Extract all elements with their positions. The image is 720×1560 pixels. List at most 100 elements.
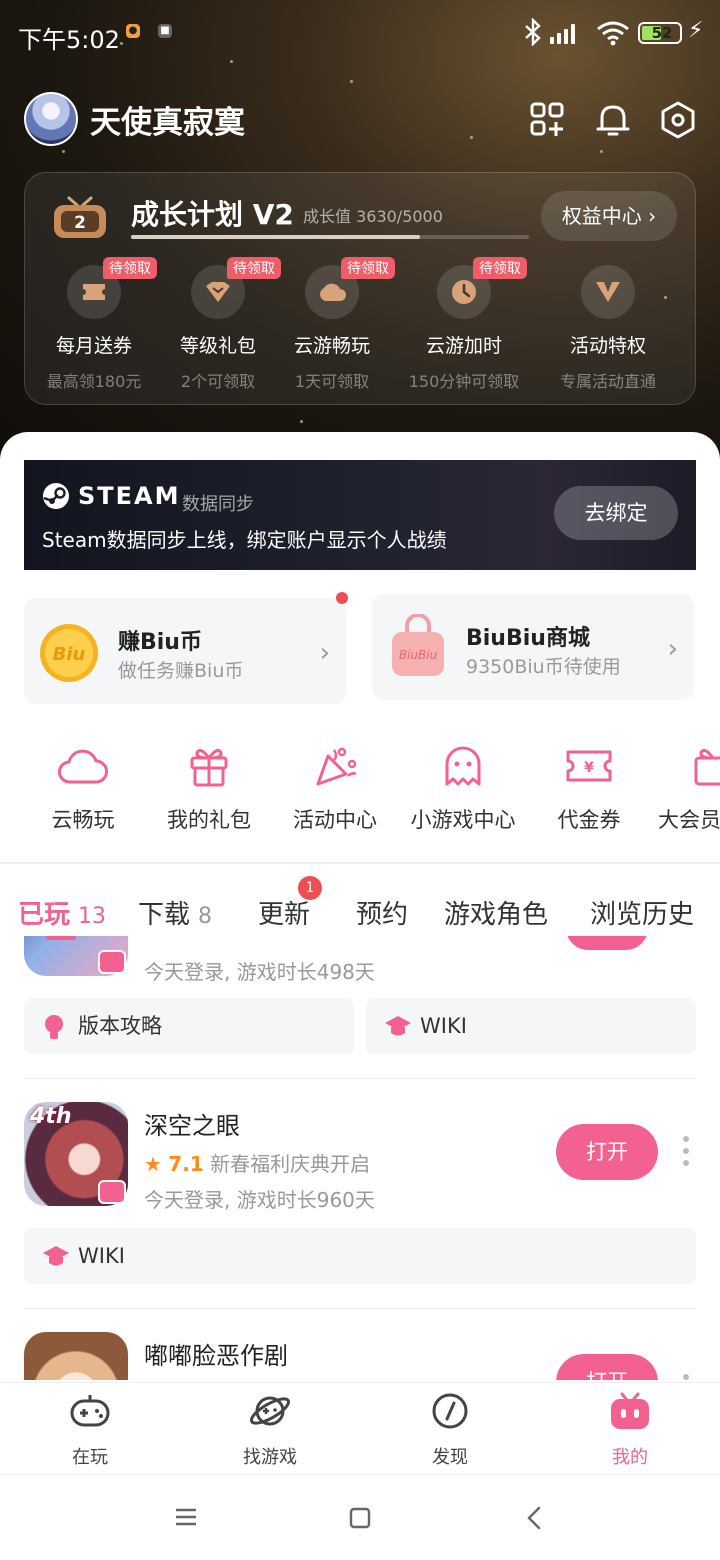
more-options-icon[interactable] [683,1136,689,1172]
open-button[interactable]: 打开 [556,1354,658,1380]
tab-browse-history[interactable]: 浏览历史 [590,894,694,931]
quick-action-label: 活动中心 [293,808,377,832]
bilibili-tv-icon [98,1180,126,1204]
coin-card-title: 赚Biu币 [118,630,202,655]
bind-account-button[interactable]: 去绑定 [554,486,678,540]
bell-icon[interactable] [593,100,633,140]
quick-action-vouchers[interactable]: ¥ 代金券 [526,744,652,834]
mall-card-sub: 9350Biu币待使用 [466,656,621,678]
member-gift-icon [694,748,720,786]
nav-find-games[interactable]: 找游戏 [180,1391,360,1469]
wiki-pill[interactable]: WIKI [366,998,696,1054]
pill-label: WIKI [420,1014,467,1038]
user-profile[interactable]: 天使真寂寞 [24,92,245,146]
perk-label: 活动特权 [569,335,646,357]
more-options-icon[interactable] [683,1374,689,1380]
quick-action-mini-games[interactable]: 小游戏中心 [400,744,526,834]
signal-icon [550,22,575,44]
tab-game-roles[interactable]: 游戏角色 [444,894,548,931]
charging-icon: ⚡ [688,18,704,43]
perk-cloud-play[interactable]: 待领取 云游畅玩 1天可领取 [257,257,407,392]
open-button[interactable] [566,936,648,950]
perk-cloud-time[interactable]: 待领取 云游加时 150分钟可领取 [389,257,539,392]
tab-updates[interactable]: 更新 [258,894,310,931]
chevron-right-icon: › [319,638,330,668]
back-icon[interactable] [526,1505,542,1531]
tab-label: 浏览历史 [590,900,695,930]
battery-icon: 52 [638,22,682,44]
pending-tag: 待领取 [341,257,395,279]
played-games-list[interactable]: 今天登录, 游戏时长498天 版本攻略 WIKI 4th 深空之眼 ★ 7.1 … [0,936,720,1380]
pill-label: 版本攻略 [78,1014,162,1038]
status-time: 下午5:02 [18,26,120,54]
quick-action-label: 代金券 [557,808,621,832]
perk-sub: 1天可领取 [294,372,370,391]
nav-label: 发现 [432,1447,468,1468]
avatar[interactable] [24,92,78,146]
profile-header: 下午5:02 ● ■ 52 ⚡ 天使真寂寞 2 成长计划 V2 成长值 3630… [0,0,720,460]
ghost-icon [445,746,481,786]
game-icon[interactable] [24,1332,128,1380]
perk-event-privilege[interactable]: 活动特权 专属活动直通 [533,265,683,392]
star-icon: ★ [144,1152,162,1176]
tab-label: 预约 [356,900,409,930]
open-button[interactable]: 打开 [556,1124,658,1180]
tab-played[interactable]: 已玩 13 [18,894,106,931]
tab-downloads[interactable]: 下载 8 [138,894,212,931]
growth-value: 成长值 3630/5000 [303,207,443,226]
benefits-center-button[interactable]: 权益中心 › [541,191,677,241]
quick-action-event-center[interactable]: 活动中心 [272,744,398,834]
v-badge-icon [581,265,635,319]
game-rating: 7.1 [168,1152,204,1176]
update-count-badge: 1 [298,876,322,900]
section-divider [0,862,720,864]
cloud-icon [58,749,108,784]
menu-icon[interactable] [174,1507,198,1527]
nav-discover[interactable]: 发现 [360,1391,540,1469]
perk-label: 云游畅玩 [293,335,370,357]
nav-label: 找游戏 [243,1447,297,1468]
pending-tag: 待领取 [473,257,527,279]
red-dot-indicator [336,592,348,604]
earn-biu-coin-card[interactable]: Biu 赚Biu币 做任务赚Biu币 › [24,592,348,704]
sparkle [62,150,65,153]
biu-coin-icon: Biu [40,624,98,682]
steam-sync-banner[interactable]: STEAM 数据同步 Steam数据同步上线，绑定账户显示个人战绩 去绑定 [24,460,696,570]
steam-description: Steam数据同步上线，绑定账户显示个人战绩 [42,528,447,552]
tab-reservations[interactable]: 预约 [356,894,408,931]
quick-action-my-gifts[interactable]: 我的礼包 [146,744,272,834]
tab-label: 已玩 [18,900,71,930]
perk-sub: 专属活动直通 [559,372,656,391]
home-icon[interactable] [349,1507,371,1529]
notification-icon: ● [126,24,140,38]
compass-icon [432,1393,468,1429]
growth-progress-bar [131,235,529,239]
sparkle [300,420,303,423]
coin-card-sub: 做任务赚Biu币 [118,660,244,682]
tv-level-icon: 2 [51,195,109,241]
coin-icon-text: Biu [53,644,86,665]
nav-label: 在玩 [72,1447,108,1468]
growth-plan-card[interactable]: 2 成长计划 V2 成长值 3630/5000 权益中心 › 待领取 每月送券 … [24,172,696,405]
bottom-nav: 在玩 找游戏 发现 我的 [0,1382,720,1474]
biubiu-mall-card[interactable]: BiuBiu BiuBiu商城 9350Biu币待使用 › [372,594,694,700]
bilibili-tv-icon [611,1392,649,1429]
tab-label: 游戏角色 [444,900,549,930]
nav-mine[interactable]: 我的 [540,1391,720,1469]
quick-action-cloud-play[interactable]: 云畅玩 [20,744,146,834]
sparkle [600,150,603,153]
quick-action-member[interactable]: 大会员 [652,744,720,834]
scan-add-icon[interactable] [528,100,568,140]
game-rating-row: ★ 7.1 新春福利庆典开启 [144,1148,370,1177]
tab-count: 8 [198,904,213,929]
game-play-info: 今天登录, 游戏时长960天 [144,1188,375,1212]
perk-sub: 150分钟可领取 [408,372,520,391]
benefits-center-label: 权益中心 [561,204,642,228]
mall-card-title: BiuBiu商城 [466,626,590,651]
bluetooth-icon [522,17,544,52]
wiki-pill[interactable]: WIKI [24,1228,696,1284]
strategy-guide-pill[interactable]: 版本攻略 [24,998,354,1054]
game-play-info: 今天登录, 游戏时长498天 [144,960,375,984]
settings-icon[interactable] [658,100,698,140]
nav-playing[interactable]: 在玩 [0,1391,180,1469]
